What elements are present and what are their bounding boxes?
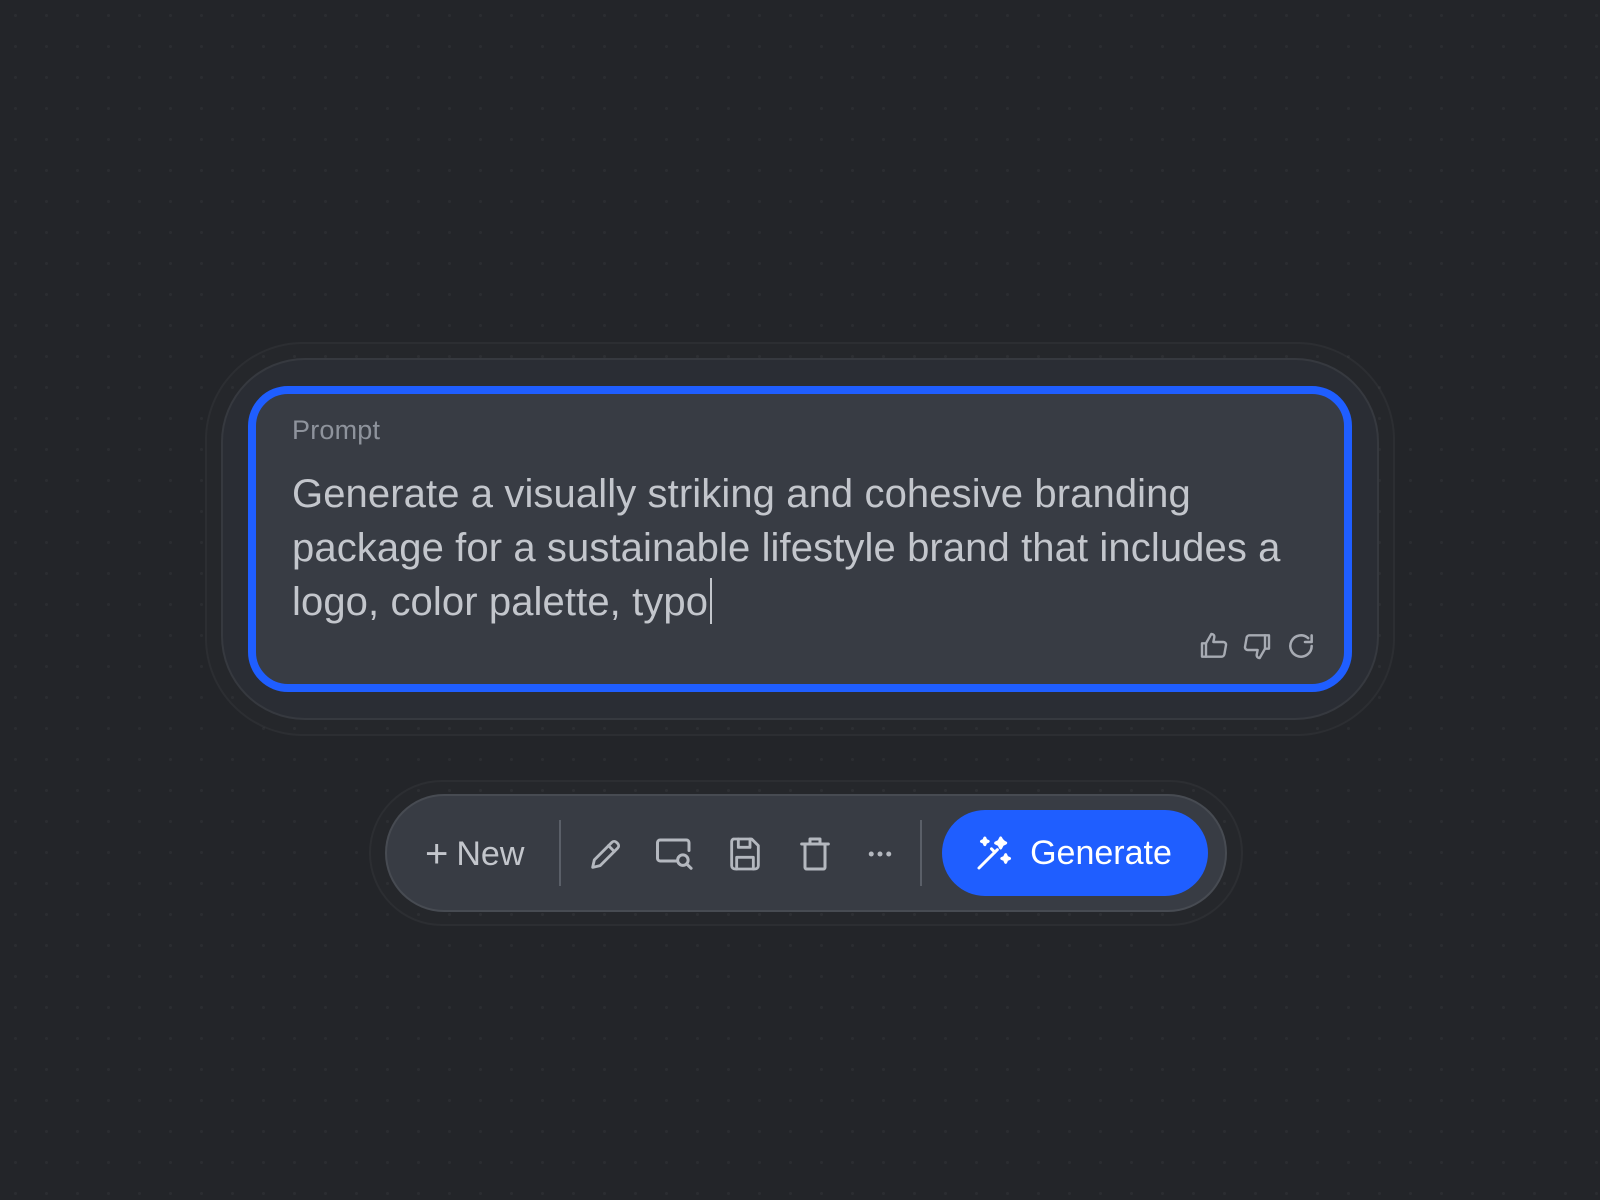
generate-button[interactable]: Generate [942,810,1208,896]
new-button[interactable]: + New [425,826,524,882]
thumbs-up-icon [1200,632,1228,658]
save-button[interactable] [722,831,768,877]
more-icon [868,851,892,857]
pencil-icon [591,839,621,869]
trash-icon [800,837,830,871]
thumbs-down-icon [1243,634,1271,660]
toolbar-divider [559,820,561,886]
new-button-label: New [456,834,525,873]
search-window-icon [656,838,693,870]
prompt-label: Prompt [292,415,381,445]
prompt-input[interactable]: Generate a visually striking and cohesiv… [292,467,1292,629]
generate-button-label: Generate [1030,833,1172,872]
regenerate-button[interactable] [1283,628,1319,664]
more-button[interactable] [857,831,903,877]
toolbar-divider [920,820,922,886]
edit-button[interactable] [583,831,629,877]
thumbs-up-button[interactable] [1196,628,1232,664]
thumbs-down-button[interactable] [1239,628,1275,664]
plus-icon: + [425,832,449,876]
magic-wand-icon [974,833,1014,873]
regenerate-icon [1289,634,1313,658]
save-icon [730,837,760,871]
search-button[interactable] [652,831,698,877]
prompt-input-text: Generate a visually striking and cohesiv… [292,472,1281,624]
delete-button[interactable] [792,831,838,877]
text-caret [710,578,713,624]
